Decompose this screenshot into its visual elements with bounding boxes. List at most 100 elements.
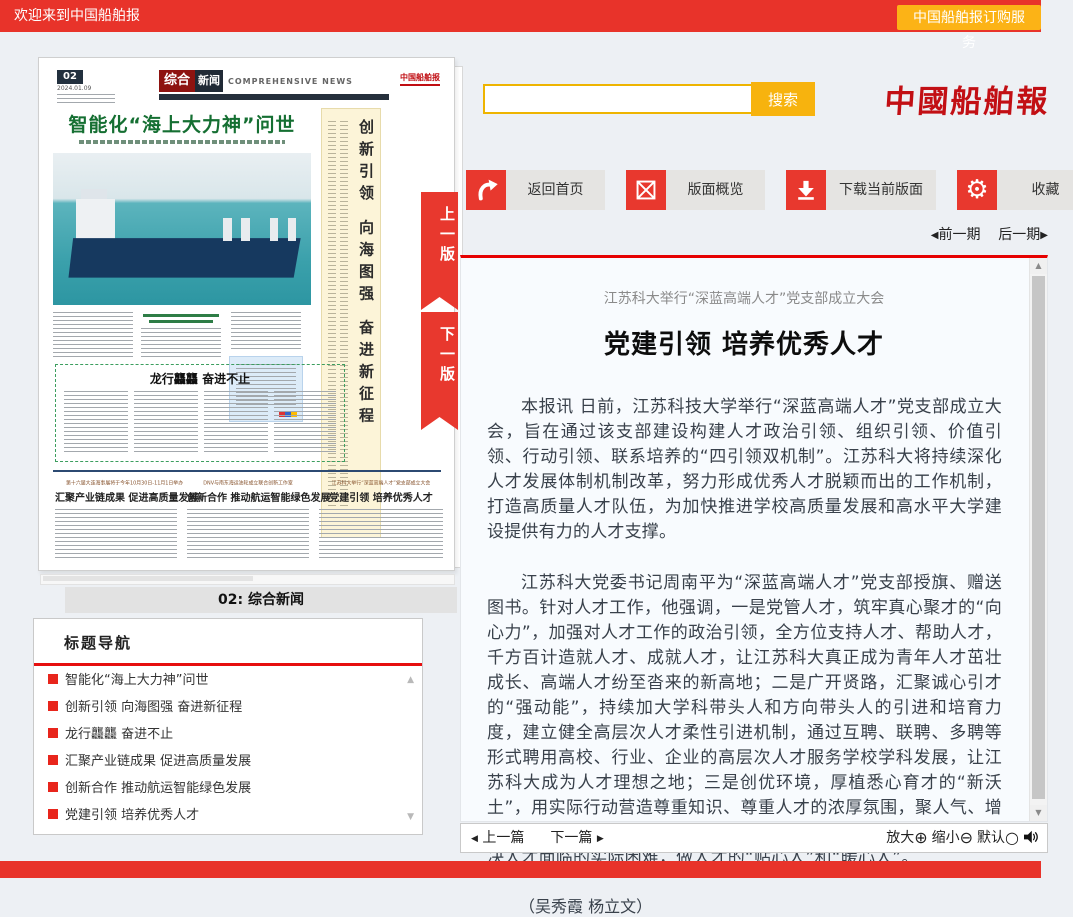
ship-column — [270, 218, 278, 241]
text-column — [55, 509, 177, 561]
zoom-in-control[interactable]: 放大⊕ — [886, 824, 927, 852]
green-subhead — [149, 320, 213, 323]
home-button[interactable]: 返回首页 — [466, 170, 605, 210]
text-column — [187, 509, 309, 561]
title-nav-item[interactable]: 创新合作 推动航运智能绿色发展 — [48, 775, 422, 802]
next-page-tab[interactable]: 下一版 — [421, 312, 458, 430]
text-column — [204, 391, 268, 453]
red-divider — [34, 663, 422, 666]
red-square-bullet-icon — [48, 674, 58, 684]
preview-article: 江苏科大举行“深蓝高端人才”党支部成立大会 党建引领 培养优秀人才 — [319, 478, 443, 561]
article-headline: 创新合作 推动航运智能绿色发展 — [187, 489, 309, 504]
section-badge: 综合 — [159, 70, 195, 92]
download-page-button[interactable]: 下载当前版面 — [786, 170, 936, 210]
feature-box-headline: 龙行龘龘 奋进不止 — [56, 370, 344, 387]
preview-subhead-line — [79, 140, 285, 144]
next-article-link[interactable]: 下一篇 ▶ — [550, 830, 603, 846]
article-eyebrow: DNV与南东海运油轮成立联合创新工作室 — [198, 479, 298, 486]
text-column — [141, 328, 221, 358]
section-name-en: COMPREHENSIVE NEWS — [228, 77, 353, 86]
scroll-down-icon[interactable]: ▼ — [407, 812, 414, 822]
next-issue-link[interactable]: 后一期▶ — [998, 227, 1048, 243]
welcome-text: 欢迎来到中国船舶报 — [14, 0, 140, 32]
preview-main-headline: 智能化“海上大力神”问世 — [47, 110, 317, 137]
mini-brand-logo: 中国船舶报 — [400, 72, 440, 86]
red-square-bullet-icon — [48, 728, 58, 738]
grid-envelope-icon — [626, 170, 666, 210]
ship-column — [223, 218, 231, 241]
red-square-bullet-icon — [48, 782, 58, 792]
article-panel: 江苏科大举行“深蓝高端人才”党支部成立大会 党建引领 培养优秀人才 本报讯 日前… — [460, 255, 1048, 822]
next-page-label: 下一版 — [421, 326, 458, 386]
favorite-label: 收藏 — [997, 170, 1073, 210]
gear-icon: ⚙ — [957, 170, 997, 210]
vertical-headline-column: 创新引领 向海图强 奋进新征程 — [321, 108, 381, 538]
text-column — [64, 391, 128, 453]
text-column — [53, 312, 133, 358]
ship-superstructure — [76, 199, 115, 245]
article-paragraph: 本报讯 日前，江苏科技大学举行“深蓝高端人才”党支部成立大会，旨在通过该支部建设… — [487, 395, 1002, 545]
article-scrollbar[interactable]: ▲ ▼ — [1029, 258, 1047, 821]
ship-column — [241, 218, 249, 241]
top-banner: 欢迎来到中国船舶报 中国船舶报订购服务 — [0, 0, 1041, 32]
download-page-label: 下载当前版面 — [826, 170, 936, 210]
preview-horizontal-scrollbar[interactable] — [40, 574, 455, 585]
green-subhead — [143, 314, 219, 317]
right-triangle-icon: ▶ — [597, 834, 604, 844]
scroll-up-icon[interactable]: ▲ — [1030, 258, 1047, 274]
scrollbar-thumb[interactable] — [43, 576, 253, 581]
article-control-bar: ◀ 上一篇 下一篇 ▶ 放大⊕ 缩小⊖ 默认○ — [460, 823, 1048, 853]
layout-overview-label: 版面概览 — [666, 170, 765, 210]
left-triangle-icon: ◀ — [471, 834, 478, 844]
article-eyebrow: 江苏科大举行“深蓝高端人才”党支部成立大会 — [330, 479, 432, 486]
scrollbar-thumb[interactable] — [1032, 276, 1045, 799]
article-title: 党建引领 培养优秀人才 — [491, 324, 997, 361]
prev-article-link[interactable]: ◀ 上一篇 — [471, 830, 524, 846]
zoom-default-control[interactable]: 默认○ — [977, 824, 1019, 852]
text-column — [231, 312, 301, 350]
text-column — [319, 509, 443, 561]
subscribe-button[interactable]: 中国船舶报订购服务 — [897, 5, 1041, 30]
ship-hull — [68, 238, 300, 278]
article-headline: 党建引领 培养优秀人才 — [319, 489, 443, 504]
search-input[interactable] — [483, 84, 763, 114]
return-arrow-icon — [466, 170, 506, 210]
scroll-down-icon[interactable]: ▼ — [1030, 805, 1047, 821]
title-nav-item[interactable]: 汇聚产业链成果 促进高质量发展 — [48, 748, 422, 775]
layout-overview-button[interactable]: 版面概览 — [626, 170, 765, 210]
article-eyebrow: 第十六届大连海事展将于今年10月30日-11月1日举办 — [66, 479, 166, 486]
zoom-out-control[interactable]: 缩小⊖ — [932, 824, 973, 852]
title-nav-item[interactable]: 党建引领 培养优秀人才 — [48, 802, 422, 829]
red-square-bullet-icon — [48, 809, 58, 819]
prev-issue-link[interactable]: ◀前一期 — [931, 227, 981, 243]
feature-box: 龙行龘龘 奋进不止 — [55, 364, 345, 462]
article-headline: 汇聚产业链成果 促进高质量发展 — [55, 489, 177, 504]
preview-article: DNV与南东海运油轮成立联合创新工作室 创新合作 推动航运智能绿色发展 — [187, 478, 309, 561]
page-date: 2024.01.09 — [57, 85, 91, 92]
section-divider — [53, 470, 441, 472]
home-button-label: 返回首页 — [506, 170, 605, 210]
newspaper-page-preview[interactable]: 02 2024.01.09 综合 新闻 COMPREHENSIVE NEWS 中… — [38, 57, 455, 571]
download-icon — [786, 170, 826, 210]
favorite-button[interactable]: ⚙ 收藏 — [957, 170, 1073, 210]
section-name: 新闻 — [195, 70, 223, 92]
article-subtitle: 江苏科大举行“深蓝高端人才”党支部成立大会 — [491, 288, 997, 308]
preview-article: 第十六届大连海事展将于今年10月30日-11月1日举办 汇聚产业链成果 促进高质… — [55, 478, 177, 561]
zoom-in-icon: ⊕ — [914, 828, 927, 847]
read-aloud-button[interactable] — [1023, 824, 1039, 852]
prev-page-label: 上一版 — [421, 206, 458, 266]
title-nav-item[interactable]: 创新引领 向海图强 奋进新征程 — [48, 694, 422, 721]
text-column — [134, 391, 198, 453]
scroll-up-icon[interactable]: ▲ — [407, 675, 414, 685]
masthead-bar — [159, 94, 389, 100]
title-navigation-header: 标题导航 — [64, 632, 422, 653]
issue-navigation: ◀前一期 后一期▶ — [460, 224, 1048, 244]
title-nav-item[interactable]: 智能化“海上大力神”问世 — [48, 667, 422, 694]
page-caption: 02: 综合新闻 — [65, 587, 457, 613]
ship-column — [288, 218, 296, 241]
red-square-bullet-icon — [48, 755, 58, 765]
prev-page-tab[interactable]: 上一版 — [421, 192, 458, 310]
title-nav-item[interactable]: 龙行龘龘 奋进不止 — [48, 721, 422, 748]
masthead: 综合 新闻 COMPREHENSIVE NEWS — [159, 70, 353, 92]
search-button[interactable]: 搜索 — [751, 82, 815, 116]
